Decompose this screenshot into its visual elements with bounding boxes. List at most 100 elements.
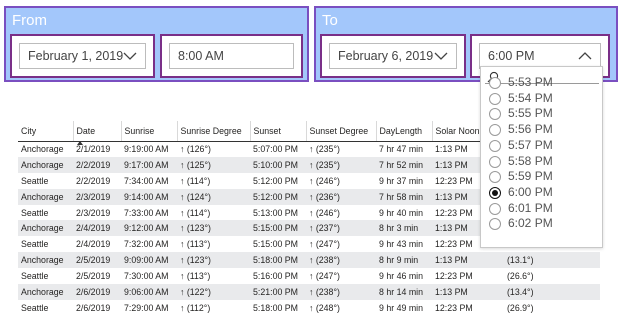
table-cell: 5:18:00 PM <box>253 302 298 313</box>
chevron-down-icon <box>434 50 448 62</box>
to-title: To <box>322 12 338 29</box>
from-date-dropdown[interactable]: February 1, 2019 <box>19 43 146 69</box>
table-cell: 5:16:00 PM <box>253 271 298 282</box>
radio-unchecked-icon <box>489 77 501 89</box>
column-header[interactable]: DayLength <box>375 121 432 142</box>
table-cell: ↑ (113°) <box>180 239 211 250</box>
radio-checked-icon <box>489 186 501 199</box>
table-cell: ↑ (247°) <box>309 271 340 282</box>
table-cell: 5:13:00 PM <box>253 207 298 218</box>
table-row[interactable]: Anchorage 2/6/2019 9:06:00 AM ↑ (122°) 5:21:… <box>18 284 600 300</box>
from-time-value: 8:00 AM <box>178 49 224 63</box>
column-header[interactable]: Sunrise <box>120 121 177 142</box>
table-cell: 2/5/2019 <box>73 252 121 269</box>
table-cell: ↑ (114°) <box>180 207 211 218</box>
table-cell: 9 hr 40 min <box>379 207 424 218</box>
table-row[interactable]: Anchorage 2/5/2019 9:09:00 AM ↑ (123°) 5:18:… <box>18 252 600 269</box>
table-cell: 2/3/2019 <box>76 207 111 218</box>
table-cell: ↑ (246°) <box>309 175 340 186</box>
table-cell: 1:13 PM <box>432 252 504 269</box>
to-date-dropdown[interactable]: February 6, 2019 <box>329 43 457 69</box>
table-cell: 9 hr 43 min <box>379 239 424 250</box>
time-dropdown-list[interactable]: 5:53 PM 5:54 PM 5:55 PM 5:56 PM 5:57 PM 5:58 … <box>480 66 603 248</box>
chevron-up-icon <box>578 50 592 62</box>
table-cell: 9 hr 49 min <box>379 302 424 313</box>
table-cell: ↑ (122°) <box>177 284 250 300</box>
table-cell: ↑ (112°) <box>180 302 211 313</box>
table-cell: 7 hr 52 min <box>376 156 432 173</box>
table-cell: ↑ (246°) <box>309 207 340 218</box>
table-cell: (26.6°) <box>507 271 534 282</box>
table-cell: 1:13 PM <box>432 284 504 300</box>
from-time-box: 8:00 AM <box>160 34 303 78</box>
table-cell: 2/4/2019 <box>76 239 111 250</box>
table-cell: 7:33:00 AM <box>124 207 169 218</box>
table-cell: ↑ (237°) <box>306 220 376 237</box>
table-cell: 12:23 PM <box>435 271 473 282</box>
column-header-sorted[interactable]: Date <box>72 121 121 145</box>
dropdown-option-label: 5:55 PM <box>508 106 553 121</box>
column-header[interactable]: Sunset Degree <box>305 121 376 142</box>
table-cell: 9 hr 46 min <box>379 271 424 282</box>
table-cell: Anchorage <box>18 284 73 300</box>
table-cell: 9:19:00 AM <box>124 144 169 155</box>
table-cell: ↑ (236°) <box>306 188 376 205</box>
table-cell: 7:32:00 AM <box>124 239 169 250</box>
table-cell: 7:29:00 AM <box>124 302 169 313</box>
dropdown-option-label: 5:58 PM <box>508 153 553 168</box>
table-row[interactable]: Seattle 2/5/2019 7:30:00 AM ↑ (113°) 5:16:00… <box>18 268 600 284</box>
column-header-label: Date <box>76 125 96 136</box>
table-cell: (13.4°) <box>504 284 600 300</box>
table-cell: Anchorage <box>21 144 64 155</box>
table-cell: 2/2/2019 <box>73 156 121 173</box>
table-cell: ↑ (238°) <box>306 252 376 269</box>
radio-unchecked-icon <box>489 218 501 231</box>
table-cell: Seattle <box>21 207 49 218</box>
table-cell: 5:12:00 PM <box>253 175 298 186</box>
table-row[interactable]: Seattle 2/6/2019 7:29:00 AM ↑ (112°) 5:18:00… <box>18 300 600 316</box>
table-cell: 2/3/2019 <box>73 188 121 205</box>
table-cell: 7:30:00 AM <box>124 271 169 282</box>
table-cell: 8 hr 9 min <box>376 252 432 269</box>
radio-unchecked-icon <box>489 155 501 168</box>
table-cell: 8 hr 3 min <box>376 220 432 237</box>
table-cell: ↑ (248°) <box>309 302 340 313</box>
table-cell: 5:12:00 PM <box>250 188 306 205</box>
table-cell: 7 hr 58 min <box>376 188 432 205</box>
table-cell: 7:34:00 AM <box>124 175 169 186</box>
radio-unchecked-icon <box>489 202 501 215</box>
dropdown-option-label: 5:53 PM <box>508 75 553 89</box>
table-cell: ↑ (126°) <box>180 144 211 155</box>
table-cell: 2/5/2019 <box>76 271 111 282</box>
table-cell: Anchorage <box>18 252 73 269</box>
dropdown-option-label: 5:54 PM <box>508 90 553 105</box>
table-cell: 9:17:00 AM <box>121 156 177 173</box>
column-header[interactable]: Sunrise Degree <box>176 121 250 142</box>
from-date-value: February 1, 2019 <box>28 49 124 63</box>
table-cell: 9:06:00 AM <box>121 284 177 300</box>
table-cell: Anchorage <box>18 220 73 237</box>
from-title: From <box>12 12 47 29</box>
table-cell: 5:18:00 PM <box>250 252 306 269</box>
column-header[interactable]: Sunset <box>249 121 306 142</box>
table-cell: 2/4/2019 <box>73 220 121 237</box>
column-header[interactable]: City <box>18 121 73 142</box>
table-cell: 8 hr 14 min <box>376 284 432 300</box>
table-cell: ↑ (113°) <box>180 271 211 282</box>
from-time-dropdown[interactable]: 8:00 AM <box>169 43 294 69</box>
table-cell: ↑ (123°) <box>177 220 250 237</box>
dropdown-option-label: 5:57 PM <box>508 137 553 152</box>
table-cell: 9:09:00 AM <box>121 252 177 269</box>
table-cell: 7 hr 47 min <box>379 144 424 155</box>
table-cell: 2/2/2019 <box>76 175 111 186</box>
dropdown-option-label: 6:01 PM <box>508 200 553 215</box>
table-cell: ↑ (238°) <box>306 284 376 300</box>
table-cell: (13.1°) <box>504 252 600 269</box>
table-cell: 9:14:00 AM <box>121 188 177 205</box>
table-cell: 5:07:00 PM <box>253 144 298 155</box>
table-cell: 5:21:00 PM <box>250 284 306 300</box>
table-cell: 5:15:00 PM <box>253 239 298 250</box>
from-panel: From February 1, 2019 8:00 AM <box>4 6 309 82</box>
table-cell: 5:10:00 PM <box>250 156 306 173</box>
sort-ascending-icon <box>76 140 83 145</box>
